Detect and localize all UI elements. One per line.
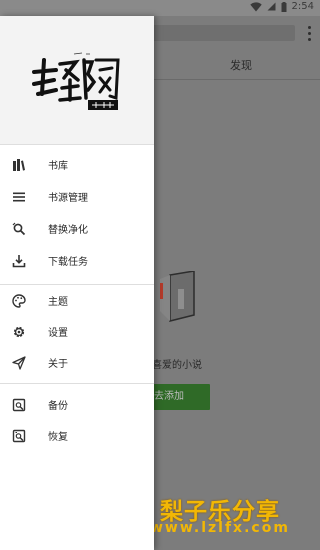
more-options-icon [306,24,312,42]
list-icon [13,192,25,202]
menu-item-label: 设置 [48,328,68,339]
menu-item-downloads[interactable]: 下载任务 [0,246,154,276]
menu-divider [0,383,154,384]
gear-icon [13,326,25,338]
menu-item-replace-rules[interactable]: 替换净化 [0,214,154,244]
status-icons: 2:54 [249,1,314,12]
battery-icon [281,1,287,12]
menu-item-label: 主题 [48,297,68,308]
status-bar: 2:54 [0,0,320,16]
empty-shelf-text: 喜爱的小说 [152,360,202,371]
drawer-header [0,16,154,144]
menu-item-source-management[interactable]: 书源管理 [0,182,154,212]
background-search-bar [150,25,295,41]
tab-discover: 发现 [230,59,252,72]
backup-icon [12,398,26,412]
menu-item-label: 书源管理 [48,193,88,204]
download-icon [12,255,26,268]
restore-icon [12,429,26,443]
status-time: 2:54 [291,1,314,12]
app-logo [32,52,120,110]
search-replace-icon [12,222,26,236]
menu-item-backup[interactable]: 备份 [0,390,154,420]
menu-divider [0,284,154,285]
menu-item-label: 书库 [48,161,68,172]
send-icon [12,356,26,370]
navigation-drawer: 书库 书源管理 替换净化 下载任务 主题 设置 关于 备份 恢复 [0,16,154,550]
menu-item-label: 下载任务 [48,257,88,268]
wifi-icon [249,1,262,11]
watermark-url: www.lzlfx.com [150,520,290,536]
menu-item-about[interactable]: 关于 [0,348,154,378]
bookshelf-icon [13,159,25,171]
palette-icon [12,294,26,308]
menu-item-settings[interactable]: 设置 [0,317,154,347]
menu-item-theme[interactable]: 主题 [0,286,154,316]
add-book-button: 去添加 [152,384,210,410]
menu-item-label: 备份 [48,401,68,412]
menu-item-restore[interactable]: 恢复 [0,421,154,451]
empty-shelf-illustration [160,271,195,322]
menu-item-label: 恢复 [48,432,68,443]
drawer-header-divider [0,144,154,145]
signal-icon [267,2,276,11]
menu-item-label: 关于 [48,359,68,370]
menu-item-label: 替换净化 [48,225,88,236]
menu-item-bookshelf[interactable]: 书库 [0,150,154,180]
